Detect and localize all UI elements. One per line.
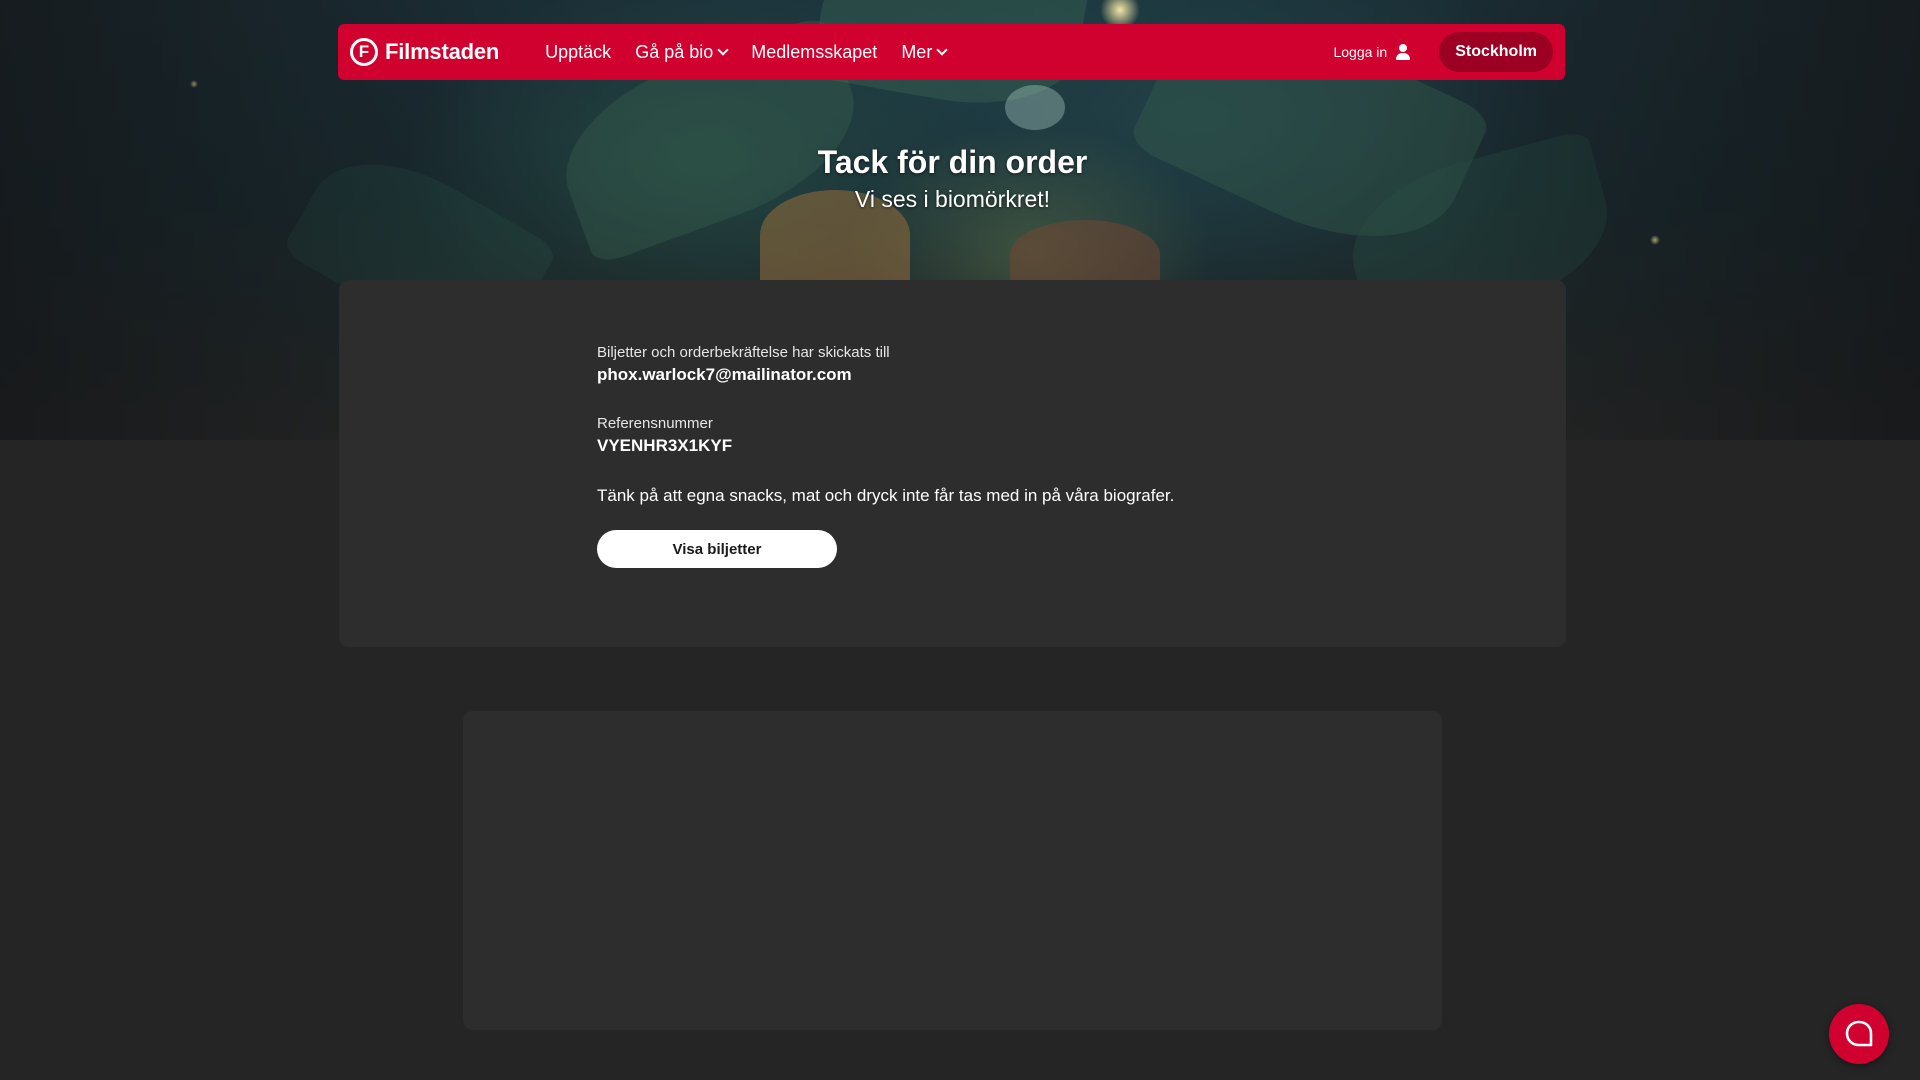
nav-item-more-label: Mer	[901, 41, 933, 62]
nav-item-discover[interactable]: Upptäck	[545, 42, 611, 63]
recipient-email: phox.warlock7@mailinator.com	[597, 365, 852, 384]
order-confirmation-card: Biljetter och orderbekräftelse har skick…	[339, 280, 1566, 647]
login-link[interactable]: Logga in	[1333, 44, 1411, 60]
reference-number: VYENHR3X1KYF	[597, 436, 733, 455]
chevron-down-icon	[717, 44, 729, 56]
nav-item-membership[interactable]: Medlemsskapet	[751, 42, 877, 63]
order-confirmation-content: Biljetter och orderbekräftelse har skick…	[597, 344, 1297, 568]
city-selector-button[interactable]: Stockholm	[1439, 32, 1553, 72]
city-selector-label: Stockholm	[1455, 43, 1537, 60]
user-icon	[1395, 44, 1411, 60]
nav-item-membership-label: Medlemsskapet	[751, 41, 878, 62]
top-navigation-bar: F Filmstaden Upptäck Gå på bio Medlemssk…	[338, 24, 1565, 80]
filmstaden-logo[interactable]: F Filmstaden	[350, 38, 499, 66]
sent-to-label: Biljetter och orderbekräftelse har skick…	[597, 344, 890, 361]
empty-content-panel	[463, 711, 1442, 1030]
login-label: Logga in	[1333, 44, 1388, 60]
nav-item-go-to-cinema[interactable]: Gå på bio	[635, 41, 729, 63]
nav-item-go-to-cinema-label: Gå på bio	[635, 41, 714, 62]
page: F Filmstaden Upptäck Gå på bio Medlemssk…	[0, 0, 1920, 1080]
chevron-down-icon	[936, 44, 948, 56]
reference-number-label: Referensnummer	[597, 415, 713, 432]
nav-item-more[interactable]: Mer	[901, 41, 948, 63]
snacks-notice: Tänk på att egna snacks, mat och dryck i…	[597, 486, 1175, 505]
chat-bubble-icon	[1845, 1020, 1873, 1047]
page-title: Tack för din order	[817, 144, 1088, 180]
page-subtitle: Vi ses i biomörkret!	[854, 186, 1051, 212]
logo-text: Filmstaden	[385, 39, 500, 64]
chat-button[interactable]	[1829, 1004, 1889, 1064]
logo-mark-icon: F	[350, 38, 378, 66]
nav-item-discover-label: Upptäck	[545, 41, 612, 62]
view-tickets-button[interactable]: Visa biljetter	[597, 530, 837, 568]
